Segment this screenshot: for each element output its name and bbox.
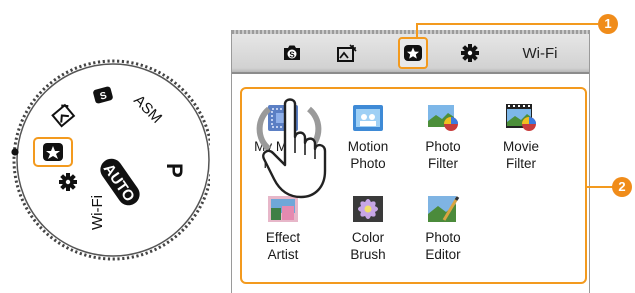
svg-text:S: S [289,51,295,60]
scene-icon [337,44,357,62]
app-label: Color Brush [350,230,386,262]
app-movie-filter[interactable]: Movie Filter [488,103,554,172]
tab-scene[interactable] [330,37,364,69]
tab-wifi-label: Wi-Fi [522,44,558,62]
dial-magic-icon [43,143,63,161]
dial-wifi-label: Wi-Fi [89,195,106,230]
app-label: Photo Filter [425,139,461,171]
callout-badge-1: 1 [598,14,618,34]
callout-1-leader-h [416,23,598,25]
gear-icon [461,44,479,62]
app-label: Effect Artist [265,230,301,262]
tabbar-divider [232,72,589,74]
mode-dial[interactable]: S ASM P AUTO Wi-Fi [0,55,210,265]
tab-magic[interactable] [398,37,428,69]
callout-badge-2: 2 [612,177,632,197]
app-label: Movie Filter [502,139,539,171]
dial-gear-icon [59,173,77,191]
callout-2-leader [587,186,613,188]
dial-p-label: P [162,163,187,178]
app-label: Photo Editor [425,230,461,262]
magic-star-icon [404,45,422,61]
touch-hand-icon [247,89,357,209]
photo-filter-icon [426,103,460,133]
smart-mode-icon: S [284,45,300,60]
dial-indicator-dot [11,148,19,156]
tab-settings[interactable] [453,37,487,69]
tab-smart[interactable]: S [275,37,309,69]
photo-editor-icon [426,194,460,224]
app-photo-editor[interactable]: Photo Editor [410,194,476,263]
movie-filter-icon [504,103,538,133]
callout-1-leader-v [416,23,418,39]
app-photo-filter[interactable]: Photo Filter [410,103,476,172]
tab-wifi[interactable]: Wi-Fi [515,37,565,69]
mode-tab-bar: S Wi-Fi [232,30,589,72]
tabbar-rim [232,30,589,34]
